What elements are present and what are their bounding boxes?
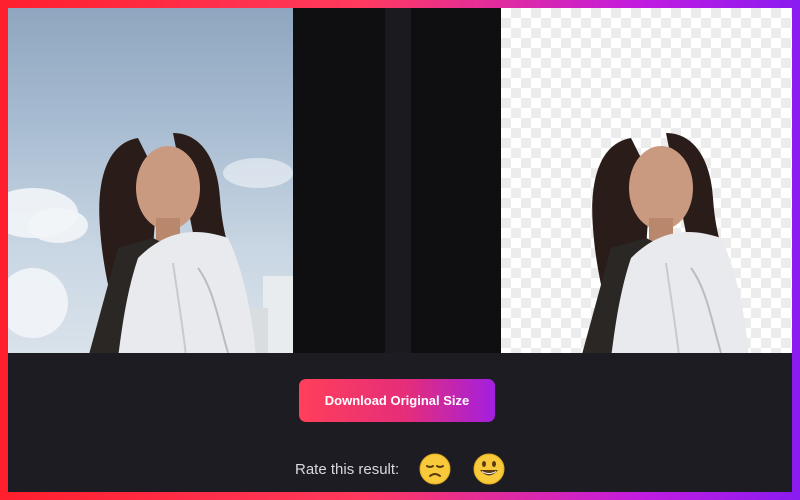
cutout-person-figure <box>582 133 749 353</box>
happy-face-icon <box>473 453 505 485</box>
happy-face-button[interactable] <box>471 451 507 487</box>
original-photo <box>8 8 293 353</box>
actions-area: Download Original Size Rate this result: <box>8 353 792 492</box>
original-image-panel <box>8 8 385 353</box>
rating-row: Rate this result: <box>295 451 525 487</box>
rate-result-label: Rate this result: <box>295 460 400 478</box>
result-viewer: Download Original Size Rate this result: <box>8 8 792 492</box>
panel-divider <box>385 8 411 353</box>
gradient-frame: Download Original Size Rate this result: <box>0 0 800 500</box>
person-figure <box>89 133 256 353</box>
transparent-background <box>501 8 792 353</box>
sad-face-icon <box>419 453 451 485</box>
sad-face-button[interactable] <box>417 451 453 487</box>
result-image-panel <box>411 8 792 353</box>
cloud-shape <box>8 268 68 338</box>
download-original-size-button[interactable]: Download Original Size <box>299 379 495 422</box>
